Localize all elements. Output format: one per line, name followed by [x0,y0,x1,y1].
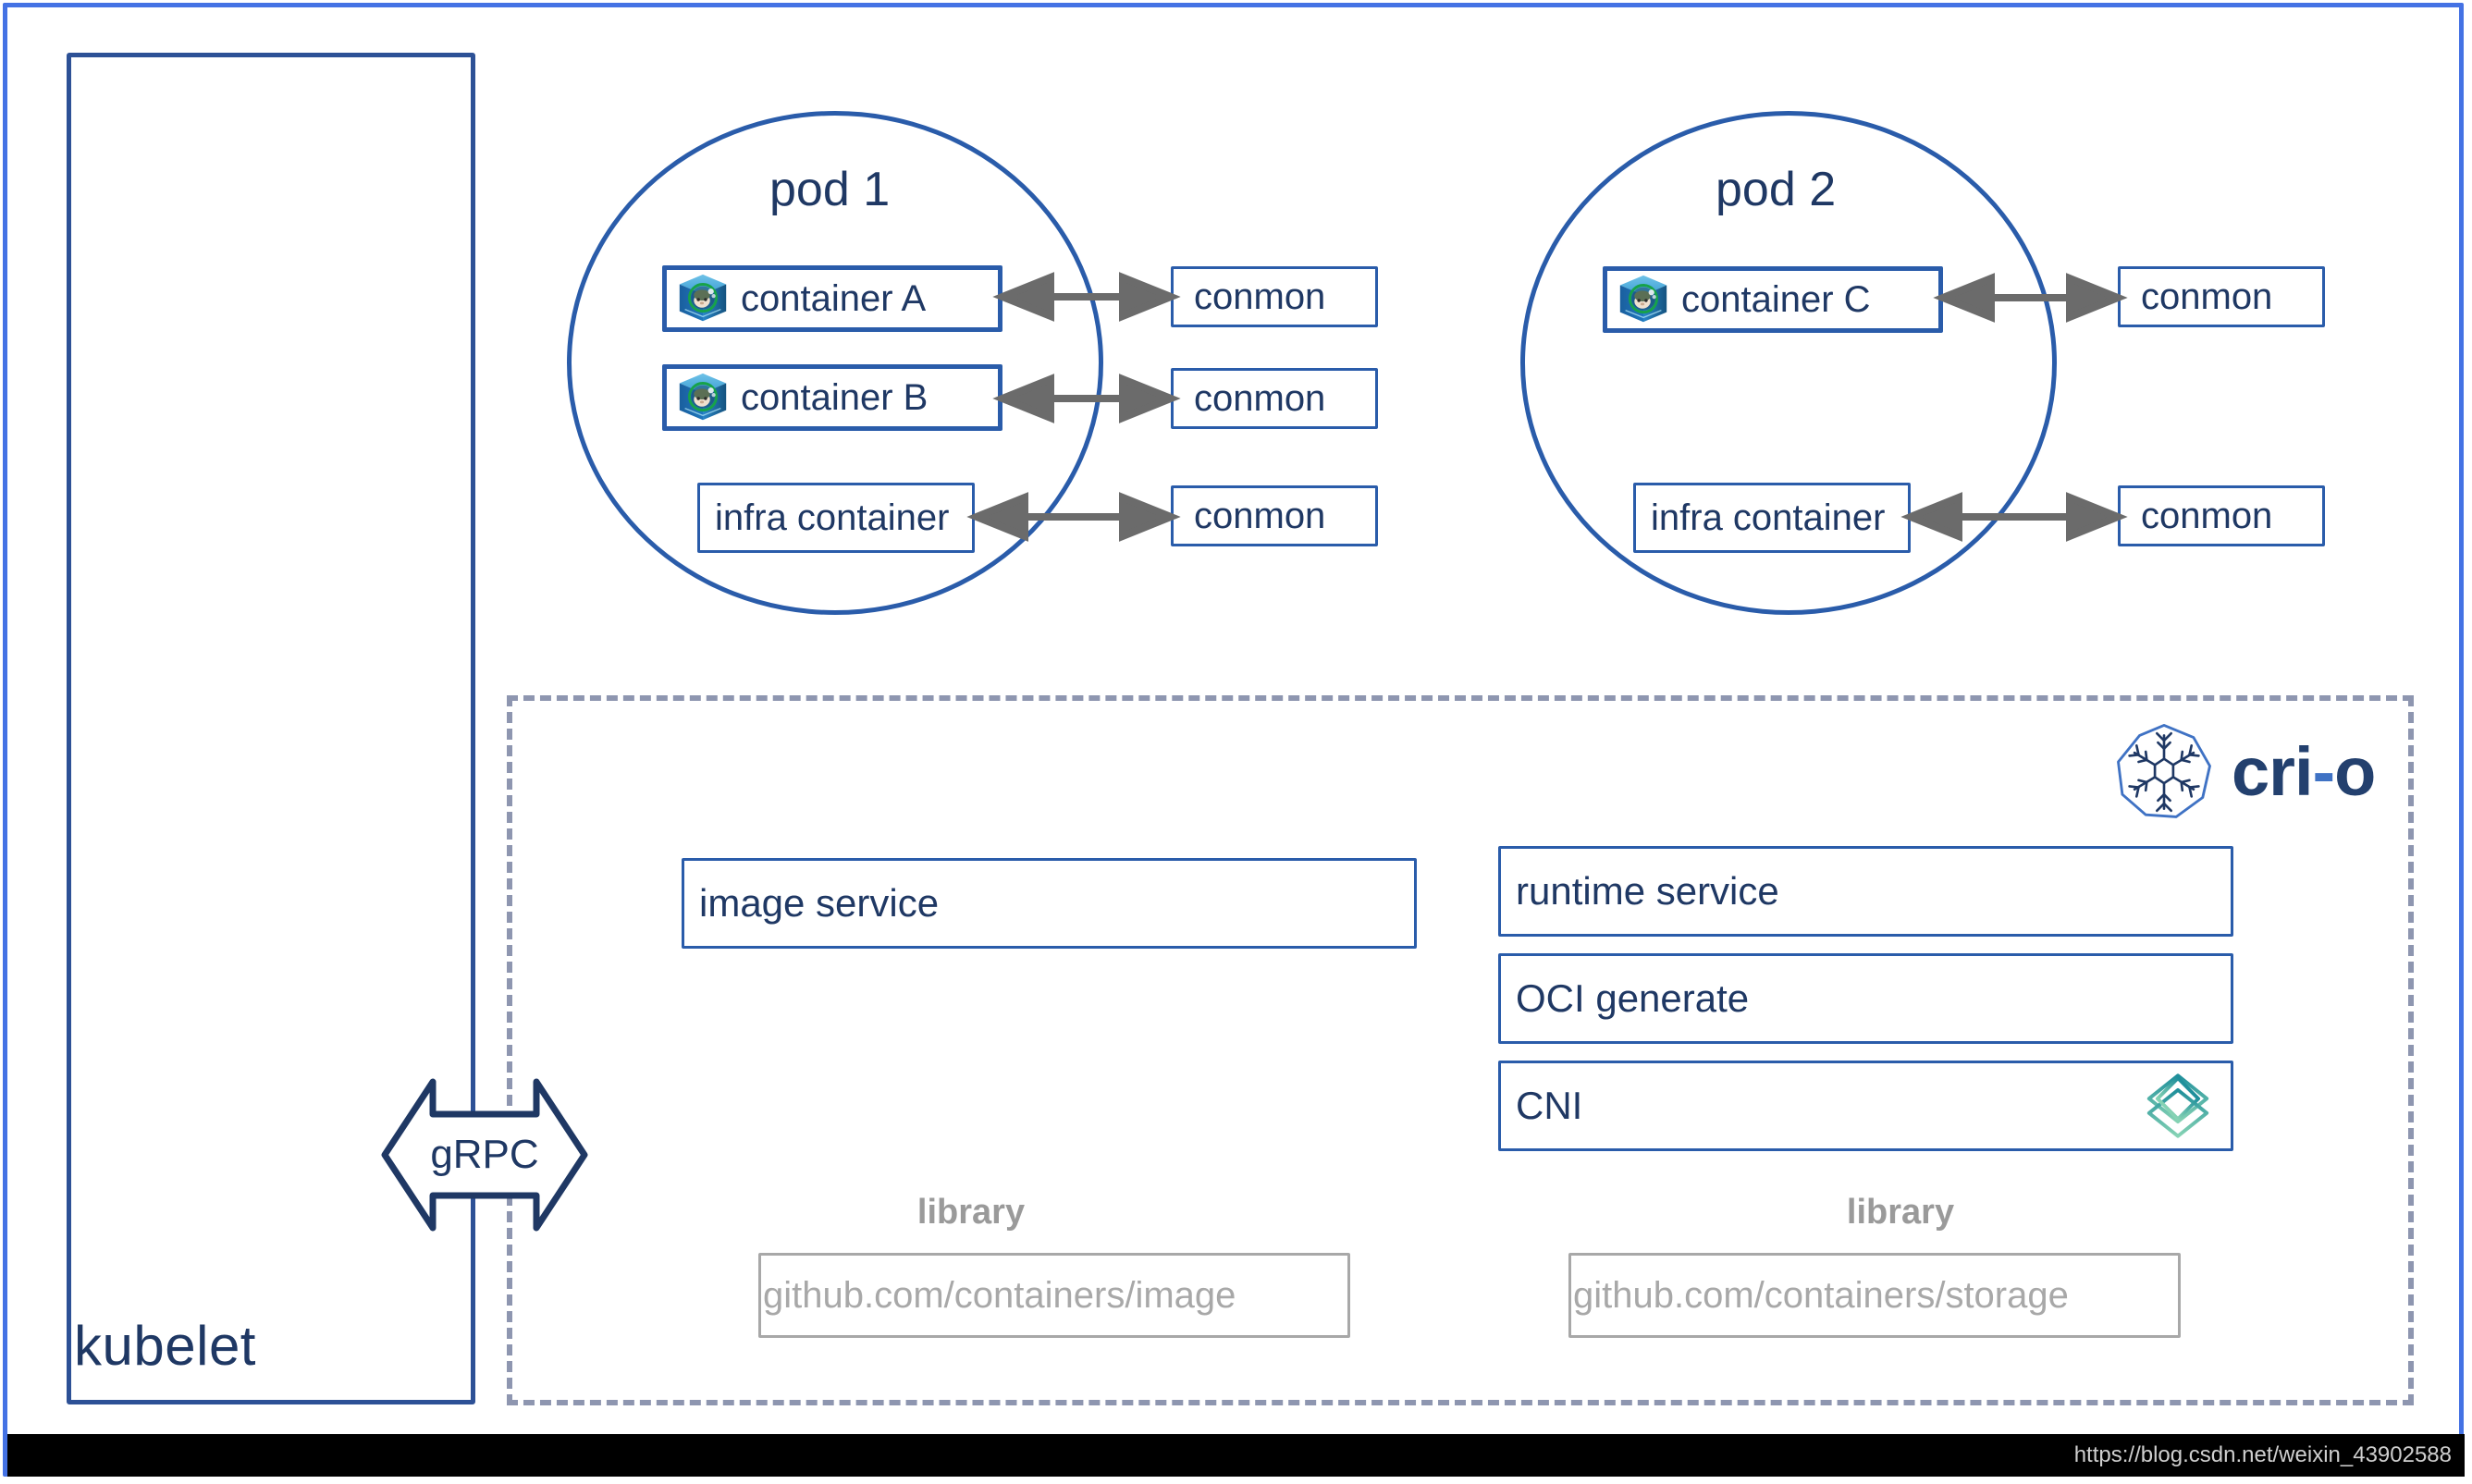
crio-snowflake-icon [2117,723,2211,818]
container-b-label: container B [741,376,929,418]
library-caption-image: library [916,1193,1026,1232]
crio-logo: cri-o [2113,721,2376,823]
watermark-url: https://blog.csdn.net/weixin_43902588 [2073,1442,2452,1467]
cni-logo-icon [2146,1073,2209,1138]
container-a-box[interactable]: container A [662,265,1002,332]
diagram-canvas: kubelet cri-o pod 1 container A containe… [0,0,2472,1484]
pod-2-title: pod 2 [1716,163,1837,216]
conmon-label: conmon [1194,276,1326,317]
kubelet-label: kubelet [74,1315,256,1377]
container-cube-icon [1619,275,1667,323]
crio-wordmark: cri-o [2232,738,2376,806]
conmon-label: conmon [1194,495,1326,536]
cni-box[interactable]: CNI [1498,1061,2233,1151]
crio-word-dash: - [2312,733,2336,810]
library-path-image: github.com/containers/image [763,1274,1236,1316]
watermark-bar: https://blog.csdn.net/weixin_43902588 [7,1434,2465,1477]
cni-label: CNI [1516,1084,1583,1127]
pod-1-conmon-box-1[interactable]: conmon [1171,266,1378,327]
pod-1-infra-container-box[interactable]: infra container [697,483,975,553]
conmon-label: conmon [2141,276,2273,317]
pod-1-conmon-box-3[interactable]: conmon [1171,485,1378,546]
container-a-label: container A [741,277,927,319]
runtime-service-label: runtime service [1516,869,1779,913]
pod-1-title: pod 1 [769,163,891,216]
image-service-label: image service [699,881,940,925]
library-caption-storage: library [1846,1193,1955,1232]
conmon-label: conmon [1194,377,1326,419]
container-b-box[interactable]: container B [662,364,1002,431]
container-c-box[interactable]: container C [1603,266,1943,333]
pod-2-conmon-box-1[interactable]: conmon [2118,266,2325,327]
pod-1-conmon-box-2[interactable]: conmon [1171,368,1378,429]
library-box-image[interactable]: github.com/containers/image [758,1253,1350,1338]
pod-2-infra-container-box[interactable]: infra container [1633,483,1911,553]
library-box-storage[interactable]: github.com/containers/storage [1568,1253,2181,1338]
oci-generate-box[interactable]: OCI generate [1498,953,2233,1044]
pod-1-infra-container-label: infra container [715,497,950,538]
grpc-label: gRPC [430,1132,539,1177]
container-cube-icon [679,373,727,421]
container-cube-icon [679,274,727,322]
oci-generate-label: OCI generate [1516,976,1750,1020]
pod-2-conmon-box-2[interactable]: conmon [2118,485,2325,546]
crio-word-right: o [2334,733,2376,810]
pod-2-infra-container-label: infra container [1651,497,1886,538]
library-path-storage: github.com/containers/storage [1573,1274,2069,1316]
conmon-label: conmon [2141,495,2273,536]
crio-word-left: cri [2232,733,2314,810]
image-service-box[interactable]: image service [682,858,1417,949]
container-c-label: container C [1681,278,1871,320]
runtime-service-box[interactable]: runtime service [1498,846,2233,937]
